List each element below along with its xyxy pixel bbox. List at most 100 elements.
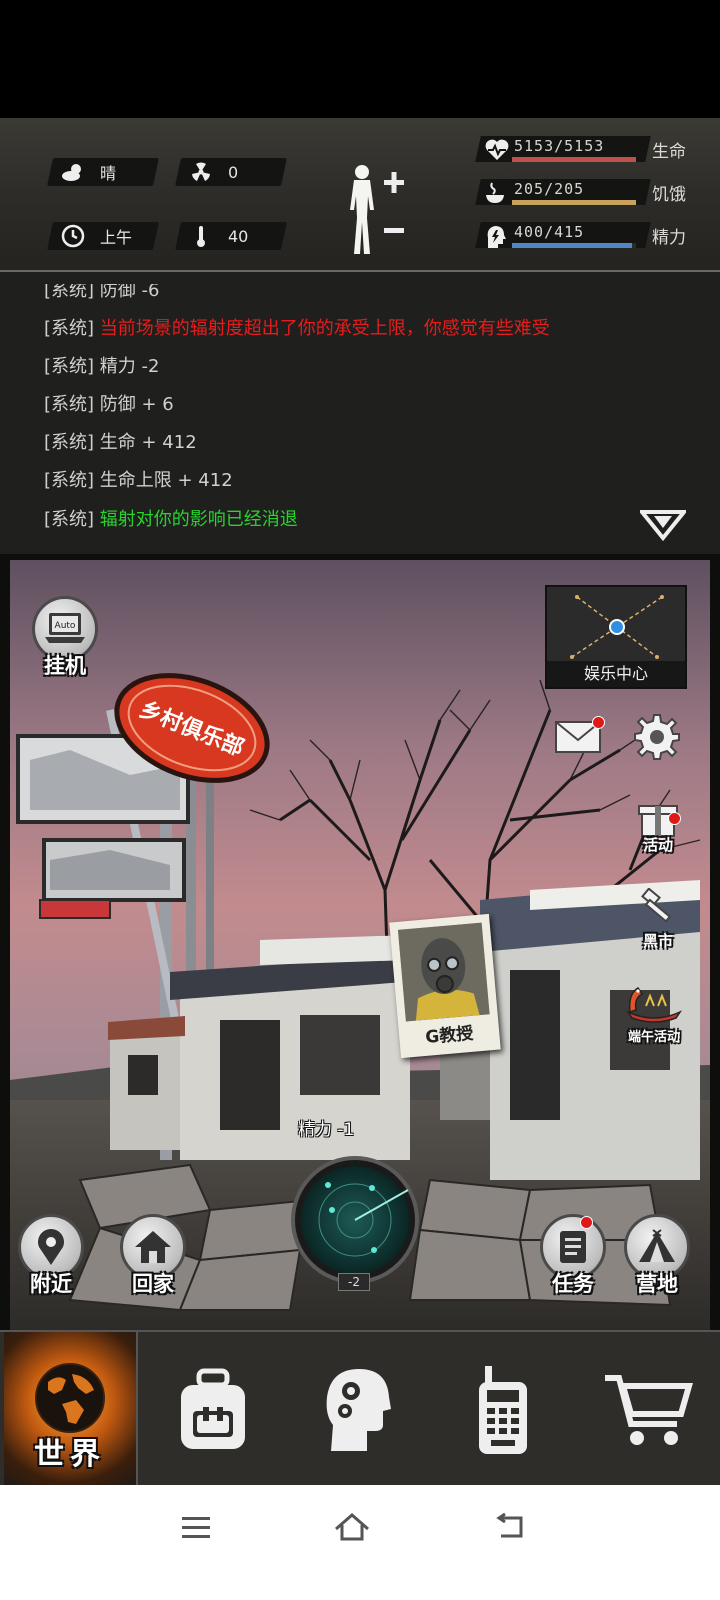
gear-icon: [634, 714, 680, 760]
world-scene[interactable]: 乡村俱乐部 Auto 挂机 娱乐中心 活动 黑市 端午活动 G教授 精力 -1 …: [0, 554, 720, 1330]
scroll-icon: [560, 1231, 586, 1263]
black-market-label: 黑市: [642, 932, 673, 950]
bottom-navigation: 世界: [0, 1330, 720, 1487]
cloud-sun-icon: [60, 161, 86, 183]
task-label: 任务: [552, 1272, 594, 1296]
home-label: 回家: [132, 1272, 174, 1296]
minimap-location-label: 娱乐中心: [547, 661, 685, 687]
task-notification-dot: [580, 1216, 593, 1229]
radiation-value: 0: [228, 162, 239, 182]
health-stat: 5153/5153 生命: [475, 132, 718, 166]
nav-tab-world[interactable]: 世界: [4, 1332, 138, 1487]
radiation-icon: [188, 161, 214, 183]
collapse-log-button[interactable]: [637, 508, 689, 542]
message-log[interactable]: [系统] 防御 -6 [系统] 当前场景的辐射度超出了你的承受上限，你感觉有些难…: [0, 272, 720, 554]
energy-value: 400/415: [514, 223, 585, 241]
food-bowl-icon: [484, 181, 510, 205]
hunger-label: 饥饿: [652, 185, 686, 205]
nearby-button[interactable]: 附近: [18, 1214, 84, 1298]
idle-label: 挂机: [44, 654, 86, 678]
log-line: [系统] 防御 + 6: [44, 394, 174, 415]
chevron-down-icon: [637, 510, 689, 542]
system-navigation-bar: [0, 1485, 720, 1600]
temperature-pill: 40: [175, 222, 287, 250]
lightning-head-icon: [484, 224, 510, 248]
nav-world-label: 世界: [34, 1437, 106, 1472]
health-bar: [512, 157, 636, 162]
time-value: 上午: [100, 228, 133, 247]
hunger-stat: 205/205 饥饿: [475, 175, 718, 209]
temperature-value: 40: [228, 226, 249, 246]
festival-event-label: 端午活动: [627, 1030, 680, 1045]
time-pill: 上午: [47, 222, 159, 250]
backpack-icon: [180, 1368, 245, 1449]
npc-portrait: [397, 922, 490, 1022]
auto-laptop-icon: Auto: [45, 613, 85, 643]
log-line: [系统] 生命 + 412: [44, 432, 197, 453]
nav-tab-backpack[interactable]: [145, 1332, 280, 1487]
log-line: [系统] 辐射对你的影响已经消退: [44, 509, 298, 530]
head-gears-icon: [326, 1368, 391, 1451]
idle-button[interactable]: Auto 挂机: [32, 596, 98, 680]
activity-label: 活动: [642, 836, 673, 854]
mail-button[interactable]: [552, 714, 606, 758]
svg-text:Auto: Auto: [55, 621, 76, 631]
festival-event-button[interactable]: 端午活动: [624, 982, 684, 1045]
mail-notification-dot: [592, 716, 605, 729]
weather-value: 晴: [100, 164, 117, 183]
hamburger-menu-icon: [182, 1517, 210, 1538]
map-pin-icon: [38, 1229, 64, 1265]
dragon-boat-icon: [625, 986, 683, 1023]
camp-button[interactable]: 营地: [624, 1214, 690, 1298]
gavel-icon: [641, 888, 672, 923]
npc-name: G教授: [424, 1023, 475, 1048]
back-button[interactable]: [480, 1507, 540, 1547]
home-button[interactable]: 回家: [120, 1214, 186, 1298]
heart-pulse-icon: [484, 138, 510, 162]
home-system-button[interactable]: [322, 1507, 382, 1547]
gas-mask-icon: [397, 922, 490, 1022]
hunger-value: 205/205: [514, 180, 585, 198]
log-line: [系统] 当前场景的辐射度超出了你的承受上限，你感觉有些难受: [44, 318, 550, 339]
energy-label: 精力: [652, 228, 686, 248]
weather-pill: 晴: [47, 158, 159, 186]
nav-tab-radio[interactable]: [435, 1332, 570, 1487]
home-outline-icon: [335, 1513, 369, 1541]
back-arrow-icon: [496, 1512, 523, 1538]
nav-tab-skills[interactable]: [290, 1332, 425, 1487]
hunger-bar: [512, 200, 636, 205]
radar-level-badge: -2: [338, 1273, 370, 1291]
nav-tab-shop[interactable]: [580, 1332, 715, 1487]
location-minimap[interactable]: 娱乐中心: [545, 585, 687, 689]
radiation-pill: 0: [175, 158, 287, 186]
house-icon: [135, 1231, 171, 1263]
black-market-button[interactable]: 黑市: [636, 888, 680, 951]
minus-icon: [384, 228, 404, 233]
settings-button[interactable]: [632, 712, 682, 762]
top-blank-area: [0, 0, 720, 118]
activity-button[interactable]: 活动: [636, 798, 681, 855]
npc-card-professor-g[interactable]: G教授: [389, 913, 501, 1059]
radar-energy-cost: 精力 -1: [298, 1120, 355, 1140]
activity-notification-dot: [668, 812, 681, 825]
body-silhouette-icon: [350, 165, 374, 254]
character-body-button[interactable]: [340, 160, 440, 260]
camp-label: 营地: [636, 1272, 678, 1296]
task-button[interactable]: 任务: [540, 1214, 606, 1298]
energy-bar: [512, 243, 632, 248]
nearby-label: 附近: [30, 1272, 72, 1296]
log-line: [系统] 防御 -6: [44, 280, 160, 301]
energy-stat: 400/415 精力: [475, 218, 718, 252]
tent-icon: [639, 1229, 675, 1262]
log-line: [系统] 精力 -2: [44, 356, 160, 377]
health-label: 生命: [652, 142, 686, 162]
thermometer-icon: [188, 225, 214, 247]
log-line: [系统] 生命上限 + 412: [44, 470, 233, 491]
shopping-cart-icon: [604, 1374, 693, 1445]
globe-icon: [35, 1362, 105, 1433]
walkie-talkie-icon: [478, 1365, 527, 1454]
radar-button[interactable]: 精力 -1 -2: [290, 1120, 420, 1291]
menu-button[interactable]: [166, 1507, 226, 1547]
health-value: 5153/5153: [514, 137, 605, 155]
map-icon: [570, 595, 664, 659]
